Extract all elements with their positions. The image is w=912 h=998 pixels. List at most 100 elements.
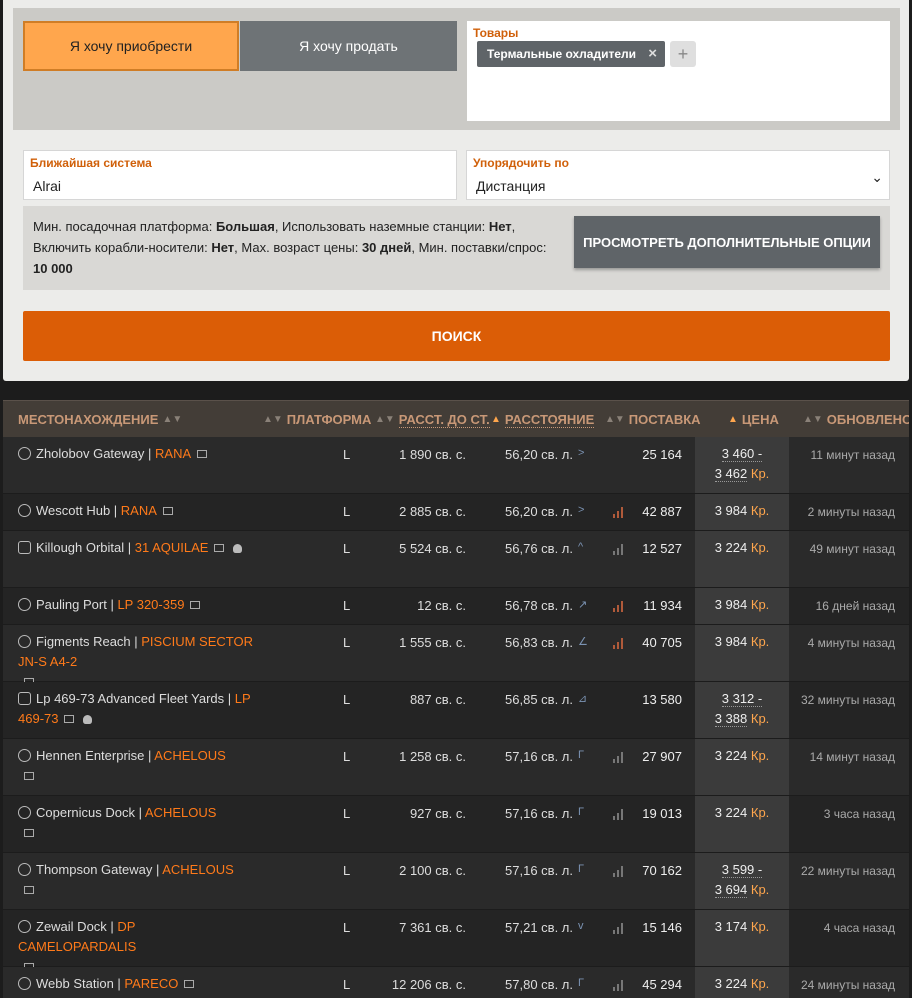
supply-cell: 40 705 xyxy=(642,635,682,650)
currency-label: Кр. xyxy=(750,711,770,726)
price-min: 3 312 - xyxy=(721,691,763,707)
nearest-system-field[interactable]: Ближайшая система Alrai xyxy=(23,150,457,200)
price-cell: 3 224 Кр. xyxy=(695,538,789,558)
updated-cell: 22 минуты назад xyxy=(800,864,895,878)
header-distance[interactable]: ▲ РАССТОЯНИЕ xyxy=(487,401,595,438)
supply-cell: 12 527 xyxy=(642,541,682,556)
table-row[interactable]: Webb Station | PARECO L 12 206 св. с. 57,80… xyxy=(3,967,909,998)
currency-label: Кр. xyxy=(750,503,770,518)
supply-cell: 25 164 xyxy=(642,447,682,462)
opt-text: Мин. посадочная платформа: xyxy=(33,219,216,234)
price-max: 3 694 xyxy=(714,882,748,898)
goods-field[interactable]: Товары Термальные охладители × + xyxy=(467,21,890,121)
table-row[interactable]: Pauling Port | LP 320-359 L 12 св. с. 56,78… xyxy=(3,588,909,625)
supply-cell: 15 146 xyxy=(642,920,682,935)
more-options-button[interactable]: ПРОСМОТРЕТЬ ДОПОЛНИТЕЛЬНЫЕ ОПЦИИ xyxy=(574,216,880,268)
buy-button[interactable]: Я хочу приобрести xyxy=(23,21,239,71)
results-table: МЕСТОНАХОЖДЕНИЕ ▲▼ ▲▼ ПЛАТФОРМА ▲▼ РАССТ. Д… xyxy=(3,400,909,998)
opt-text: , Использовать наземные станции: xyxy=(274,219,489,234)
currency-label: Кр. xyxy=(750,597,770,612)
table-row[interactable]: Killough Orbital | 31 AQUILAE L 5 524 св. … xyxy=(3,531,909,588)
price-value: 3 224 xyxy=(714,805,748,820)
goods-tag-label: Термальные охладители xyxy=(487,47,637,61)
search-panel: Я хочу приобрести Я хочу продать Товары … xyxy=(3,0,909,381)
goods-label: Товары xyxy=(473,26,519,40)
opt-text: , Мин. поставки/спрос: xyxy=(411,240,547,255)
sell-button[interactable]: Я хочу продать xyxy=(240,21,457,71)
price-cell: 3 984 Кр. xyxy=(695,595,789,615)
opt-value: Нет xyxy=(488,219,512,234)
header-price[interactable]: ▲ ЦЕНА xyxy=(724,401,779,438)
opt-value: Большая xyxy=(215,219,275,234)
table-row[interactable]: Hennen Enterprise | ACHELOUS L 1 258 св. с… xyxy=(3,739,909,796)
table-row[interactable]: Figments Reach | PISCIUM SECTOR JN-S A4-… xyxy=(3,625,909,686)
price-value: 3 174 xyxy=(714,919,748,934)
header-updated[interactable]: ▲▼ ОБНОВЛЕНО xyxy=(799,401,909,438)
trade-mode-box: Я хочу приобрести Я хочу продать Товары … xyxy=(13,8,900,130)
sort-up-icon: ▲ xyxy=(491,414,501,425)
opt-value: 30 дней xyxy=(361,240,412,255)
header-location[interactable]: МЕСТОНАХОЖДЕНИЕ ▲▼ xyxy=(18,401,186,438)
opt-value: Нет xyxy=(211,240,235,255)
currency-label: Кр. xyxy=(750,919,770,934)
chevron-down-icon: ⌄ xyxy=(871,169,883,185)
price-cell: 3 599 - 3 694 Кр. xyxy=(695,860,789,900)
sort-icon: ▲▼ xyxy=(605,414,625,425)
updated-cell: 2 минуты назад xyxy=(807,505,895,519)
price-min: 3 460 - xyxy=(721,446,763,462)
search-button[interactable]: ПОИСК xyxy=(23,311,890,361)
updated-cell: 32 минуты назад xyxy=(800,693,895,707)
sort-icon: ▲▼ xyxy=(803,414,823,425)
currency-label: Кр. xyxy=(750,748,770,763)
currency-label: Кр. xyxy=(750,540,770,555)
header-platform[interactable]: ▲▼ ПЛАТФОРМА xyxy=(259,401,371,438)
currency-label: Кр. xyxy=(750,882,770,897)
price-cell: 3 312 - 3 388 Кр. xyxy=(695,689,789,729)
price-value: 3 224 xyxy=(714,748,748,763)
nearest-system-label: Ближайшая система xyxy=(30,156,152,170)
header-label: РАССТ. ДО СТ. xyxy=(398,411,490,428)
sort-up-icon: ▲ xyxy=(728,414,738,425)
goods-tag[interactable]: Термальные охладители × xyxy=(477,41,665,67)
price-max: 3 462 xyxy=(714,466,748,482)
currency-label: Кр. xyxy=(750,634,770,649)
price-value: 3 984 xyxy=(714,634,748,649)
nearest-system-input[interactable]: Alrai xyxy=(33,178,61,194)
options-summary-box: Мин. посадочная платформа: Большая, Испо… xyxy=(23,206,890,290)
close-icon[interactable]: × xyxy=(648,45,657,62)
header-dist-star[interactable]: ▲▼ РАССТ. ДО СТ. xyxy=(371,401,490,438)
price-cell: 3 224 Кр. xyxy=(695,803,789,823)
price-cell: 3 984 Кр. xyxy=(695,501,789,521)
price-value: 3 224 xyxy=(714,976,748,991)
header-supply[interactable]: ▲▼ ПОСТАВКА xyxy=(601,401,701,438)
price-value: 3 224 xyxy=(714,540,748,555)
table-row[interactable]: Wescott Hub | RANA L 2 885 св. с. 56,20 св.… xyxy=(3,494,909,531)
supply-cell: 27 907 xyxy=(642,749,682,764)
table-row[interactable]: Thompson Gateway | ACHELOUS L 2 100 св. с.… xyxy=(3,853,909,910)
supply-cell: 11 934 xyxy=(643,598,682,613)
plus-icon: + xyxy=(677,43,689,64)
table-row[interactable]: Copernicus Dock | ACHELOUS L 927 св. с. 57,… xyxy=(3,796,909,853)
header-label: МЕСТОНАХОЖДЕНИЕ xyxy=(18,412,159,427)
sort-icon: ▲▼ xyxy=(263,414,283,425)
sort-select[interactable]: Упорядочить по Дистанция ⌄ xyxy=(466,150,890,200)
currency-label: Кр. xyxy=(750,466,770,481)
table-row[interactable]: Lp 469-73 Advanced Fleet Yards | LP 469-… xyxy=(3,682,909,739)
header-label: РАССТОЯНИЕ xyxy=(504,411,595,428)
updated-cell: 3 часа назад xyxy=(823,807,895,821)
opt-text: , Мах. возраст цены: xyxy=(234,240,362,255)
add-goods-button[interactable]: + xyxy=(670,41,696,67)
updated-cell: 49 минут назад xyxy=(809,542,895,556)
price-cell: 3 224 Кр. xyxy=(695,746,789,766)
updated-cell: 11 минут назад xyxy=(810,448,895,462)
external-link-icon[interactable] xyxy=(24,772,34,780)
external-link-icon[interactable] xyxy=(24,829,34,837)
table-row[interactable]: Zholobov Gateway | RANA L 1 890 св. с. 56,2… xyxy=(3,437,909,494)
external-link-icon[interactable] xyxy=(24,886,34,894)
table-row[interactable]: Zewail Dock | DP CAMELOPARDALIS L 7 361 св… xyxy=(3,910,909,971)
sort-icon: ▲▼ xyxy=(375,414,395,425)
price-cell: 3 460 - 3 462 Кр. xyxy=(695,444,789,484)
updated-cell: 4 минуты назад xyxy=(807,636,895,650)
opt-value: 10 000 xyxy=(33,261,73,276)
external-link-icon[interactable] xyxy=(64,715,75,723)
